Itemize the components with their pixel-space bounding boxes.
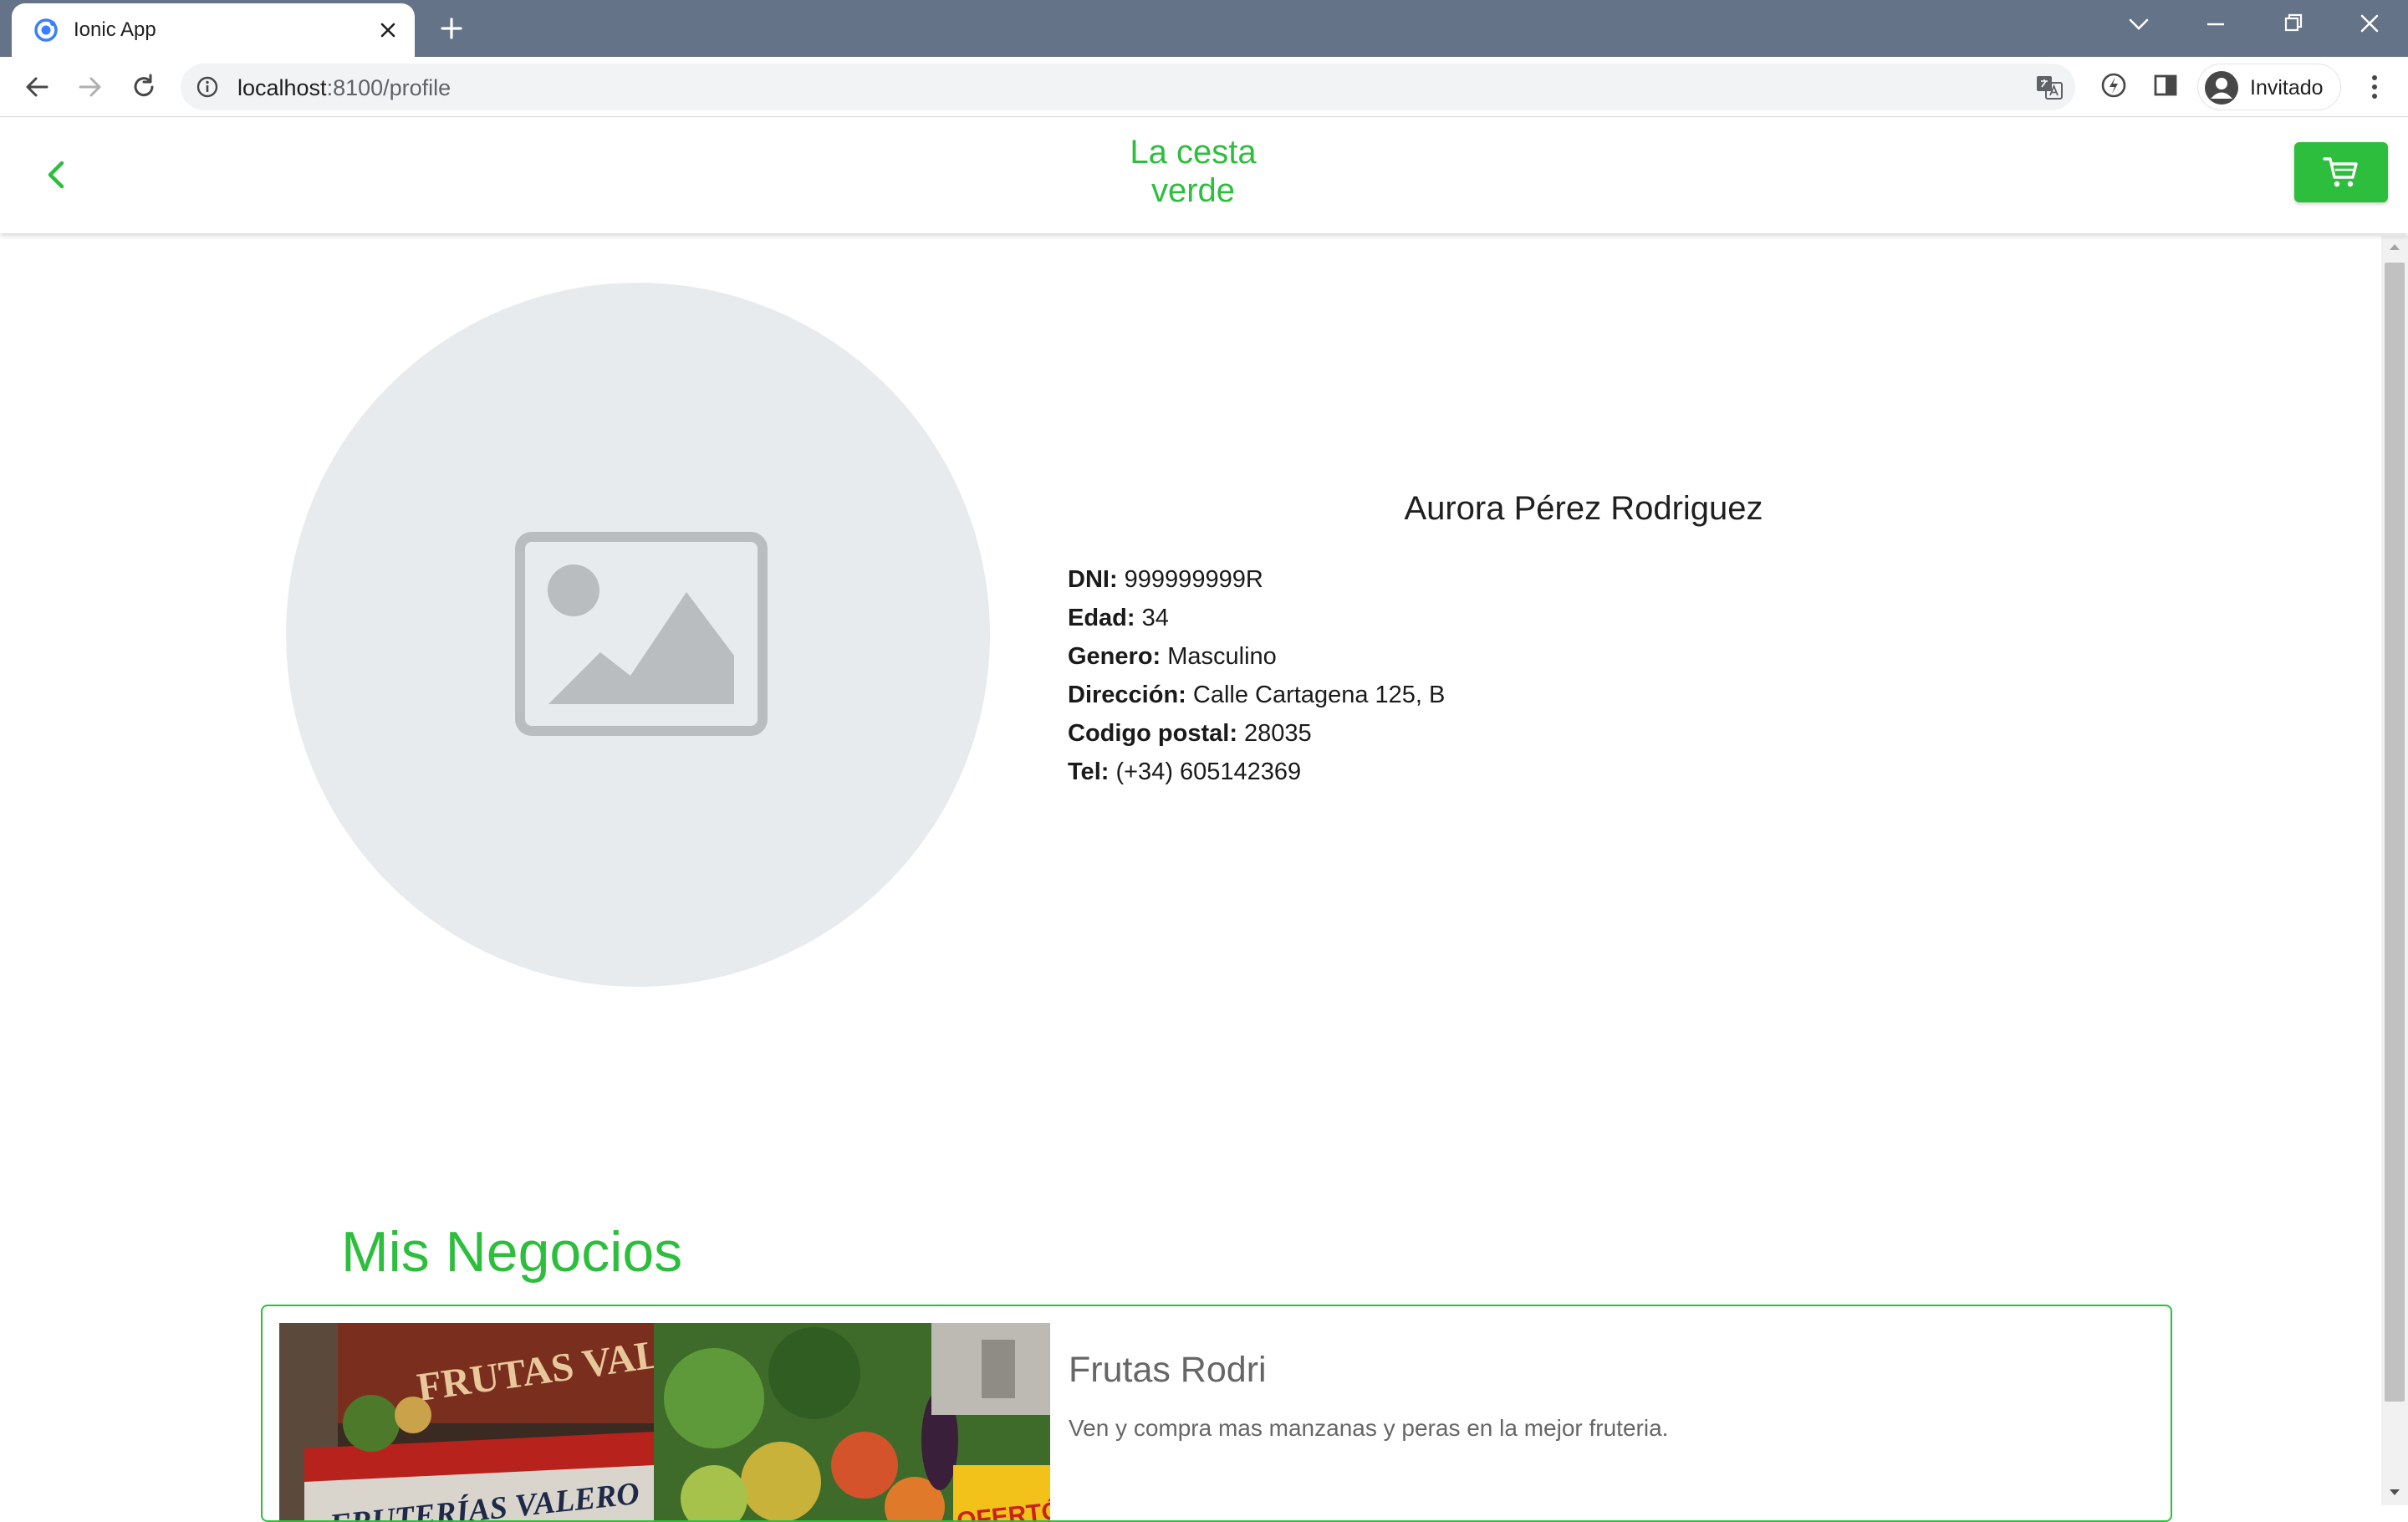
app-title-line-2: verde <box>1150 172 1236 209</box>
scroll-thumb[interactable] <box>2385 263 2405 1402</box>
business-card[interactable]: FRUTAS VALERO FRUTERÍAS VALERO OFERTÓN! … <box>261 1305 2172 1522</box>
browser-tab[interactable]: Ionic App <box>12 3 415 57</box>
profile-info-list: DNI: 999999999R Edad: 34 Genero: Masculi… <box>1068 560 1445 791</box>
cart-icon <box>2323 157 2358 187</box>
minimize-icon[interactable] <box>2192 7 2239 43</box>
back-arrow-icon[interactable] <box>18 69 55 105</box>
side-panel-icon[interactable] <box>2150 70 2181 100</box>
tab-close-icon[interactable] <box>373 15 403 45</box>
app-title-line-1: La cesta <box>1130 134 1257 171</box>
browser-tab-strip: Ionic App <box>0 0 2408 57</box>
site-info-icon[interactable] <box>196 75 219 99</box>
translate-icon[interactable] <box>2035 74 2064 100</box>
restore-icon[interactable] <box>2269 7 2316 43</box>
profile-label: Invitado <box>2250 76 2324 100</box>
reload-icon[interactable] <box>125 69 162 105</box>
business-name: Frutas Rodri <box>1069 1350 1267 1390</box>
page-scrollbar[interactable] <box>2381 236 2408 1505</box>
app-header: La cesta verde <box>0 118 2408 233</box>
info-genero: Genero: Masculino <box>1068 643 1277 670</box>
profile-name: Aurora Pérez Rodriguez <box>1404 490 1763 527</box>
image-placeholder-icon <box>515 532 768 736</box>
info-codigo-postal: Codigo postal: 28035 <box>1068 720 1312 747</box>
tab-search-chevron-icon[interactable] <box>2115 7 2162 43</box>
address-bar[interactable]: localhost:8100/profile <box>181 64 2075 110</box>
browser-toolbar: localhost:8100/profile <box>0 57 2408 117</box>
url-text: localhost:8100/profile <box>237 75 452 100</box>
new-tab-icon[interactable] <box>435 12 468 45</box>
businesses-section-title: Mis Negocios <box>341 1220 683 1284</box>
info-tel: Tel: (+34) 605142369 <box>1068 758 1302 785</box>
info-edad: Edad: 34 <box>1068 605 1169 631</box>
forward-arrow-icon[interactable] <box>72 69 109 105</box>
info-direccion: Dirección: Calle Cartagena 125, B <box>1068 682 1446 708</box>
back-chevron-icon[interactable] <box>35 153 79 197</box>
business-description: Ven y compra mas manzanas y peras en la … <box>1069 1415 1669 1441</box>
business-photo: FRUTAS VALERO FRUTERÍAS VALERO OFERTÓN! <box>279 1323 1050 1520</box>
tab-title: Ionic App <box>74 18 156 41</box>
scroll-up-arrow-icon[interactable] <box>2388 241 2401 253</box>
more-menu-icon[interactable] <box>2360 70 2390 104</box>
cart-button[interactable] <box>2294 142 2388 202</box>
app-title: La cesta verde <box>1070 133 1316 210</box>
performance-icon[interactable] <box>2099 70 2129 100</box>
scroll-down-arrow-icon[interactable] <box>2388 1487 2401 1499</box>
profile-avatar-placeholder <box>286 283 990 987</box>
close-window-icon[interactable] <box>2346 7 2393 43</box>
profile-button[interactable]: Invitado <box>2197 64 2341 110</box>
profile-avatar-icon <box>2205 71 2238 105</box>
info-dni: DNI: 999999999R <box>1068 566 1263 593</box>
ionic-favicon-icon <box>34 18 58 42</box>
